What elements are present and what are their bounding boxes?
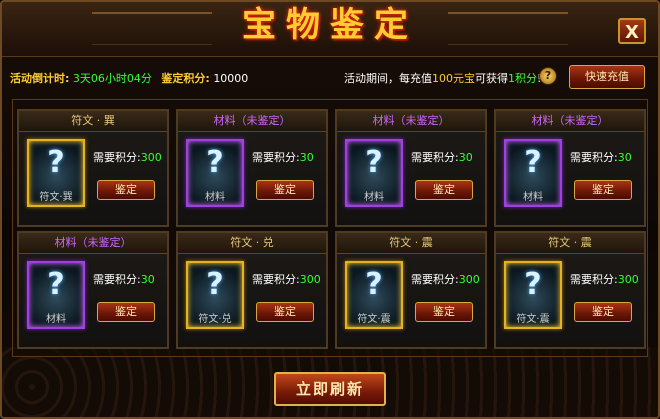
- item-name-label: 符文·震: [516, 314, 550, 325]
- required-points-value: 300: [140, 151, 162, 164]
- item-card: 材料（未鉴定）? 材料 需要积分:30 鉴定: [176, 109, 328, 227]
- card-title: 材料（未鉴定）: [496, 111, 644, 132]
- unknown-item-icon: ?: [365, 267, 383, 302]
- required-points-value: 300: [299, 273, 321, 286]
- points-value: 10000: [213, 72, 249, 85]
- item-name-label: 材料: [205, 192, 225, 203]
- promo-points: 1积分: [508, 72, 537, 85]
- refresh-now-button[interactable]: 立即刷新: [274, 372, 386, 406]
- quick-recharge-button[interactable]: 快速充值: [569, 65, 645, 89]
- appraise-button[interactable]: 鉴定: [574, 302, 632, 322]
- window-title: 宝物鉴定: [242, 5, 418, 45]
- required-points-value: 30: [458, 151, 473, 164]
- item-slot[interactable]: ? 材料: [345, 139, 403, 207]
- card-title: 材料（未鉴定）: [178, 111, 326, 132]
- required-points: 需要积分:300: [570, 271, 639, 287]
- card-title: 符文 · 巽: [19, 111, 167, 132]
- appraise-button[interactable]: 鉴定: [415, 180, 473, 200]
- appraise-button[interactable]: 鉴定: [97, 180, 155, 200]
- card-title: 符文 · 震: [337, 233, 485, 254]
- help-icon[interactable]: ?: [539, 67, 557, 85]
- appraise-button[interactable]: 鉴定: [97, 302, 155, 322]
- required-points-label: 需要积分:: [411, 151, 459, 164]
- item-name-label: 符文·震: [357, 314, 391, 325]
- promo-prefix: 活动期间，每充值: [344, 72, 432, 85]
- card-title: 材料（未鉴定）: [337, 111, 485, 132]
- item-slot[interactable]: ? 材料: [27, 261, 85, 329]
- required-points: 需要积分:30: [252, 149, 314, 165]
- countdown-row: 活动倒计时: 3天06小时04分 鉴定积分: 10000: [10, 70, 248, 86]
- card-title: 材料（未鉴定）: [19, 233, 167, 254]
- unknown-item-icon: ?: [206, 145, 224, 180]
- countdown-label: 活动倒计时:: [10, 72, 70, 85]
- promo-amount: 100元宝: [432, 72, 475, 85]
- item-card: 材料（未鉴定）? 材料 需要积分:30 鉴定: [494, 109, 646, 227]
- required-points-label: 需要积分:: [93, 273, 141, 286]
- item-slot[interactable]: ? 材料: [504, 139, 562, 207]
- required-points-value: 300: [458, 273, 480, 286]
- item-slot[interactable]: ? 符文·震: [504, 261, 562, 329]
- title-ornament-right: [448, 12, 568, 45]
- required-points: 需要积分:30: [570, 149, 632, 165]
- appraise-button[interactable]: 鉴定: [415, 302, 473, 322]
- appraise-button[interactable]: 鉴定: [256, 302, 314, 322]
- card-title: 符文 · 震: [496, 233, 644, 254]
- item-card: 材料（未鉴定）? 材料 需要积分:30 鉴定: [17, 231, 169, 349]
- item-slot[interactable]: ? 材料: [186, 139, 244, 207]
- required-points: 需要积分:300: [411, 271, 480, 287]
- card-title: 符文 · 兑: [178, 233, 326, 254]
- required-points-label: 需要积分:: [93, 151, 141, 164]
- item-card: 符文 · 巽? 符文·巽 需要积分:300 鉴定: [17, 109, 169, 227]
- required-points-label: 需要积分:: [252, 273, 300, 286]
- countdown-value: 3天06小时04分: [72, 72, 152, 85]
- required-points-value: 30: [617, 151, 632, 164]
- unknown-item-icon: ?: [47, 267, 65, 302]
- item-card: 材料（未鉴定）? 材料 需要积分:30 鉴定: [335, 109, 487, 227]
- required-points-value: 30: [299, 151, 314, 164]
- required-points-label: 需要积分:: [252, 151, 300, 164]
- required-points: 需要积分:30: [93, 271, 155, 287]
- treasure-appraisal-window: 宝物鉴定 X 活动倒计时: 3天06小时04分 鉴定积分: 10000 活动期间…: [0, 0, 660, 419]
- appraise-button[interactable]: 鉴定: [256, 180, 314, 200]
- title-bar: 宝物鉴定 X: [2, 2, 658, 57]
- item-name-label: 材料: [523, 192, 543, 203]
- unknown-item-icon: ?: [206, 267, 224, 302]
- title-ornament-left: [92, 12, 212, 45]
- appraise-button[interactable]: 鉴定: [574, 180, 632, 200]
- required-points-label: 需要积分:: [570, 151, 618, 164]
- unknown-item-icon: ?: [365, 145, 383, 180]
- item-name-label: 材料: [364, 192, 384, 203]
- item-card: 符文 · 震? 符文·震 需要积分:300 鉴定: [335, 231, 487, 349]
- item-card: 符文 · 兑? 符文·兑 需要积分:300 鉴定: [176, 231, 328, 349]
- promo-middle: 可获得: [475, 72, 508, 85]
- item-name-label: 符文·巽: [39, 192, 73, 203]
- item-card: 符文 · 震? 符文·震 需要积分:300 鉴定: [494, 231, 646, 349]
- item-slot[interactable]: ? 符文·兑: [186, 261, 244, 329]
- item-name-label: 材料: [46, 314, 66, 325]
- unknown-item-icon: ?: [524, 267, 542, 302]
- required-points: 需要积分:300: [252, 271, 321, 287]
- required-points-label: 需要积分:: [411, 273, 459, 286]
- required-points-value: 30: [140, 273, 155, 286]
- item-slot[interactable]: ? 符文·巽: [27, 139, 85, 207]
- required-points-label: 需要积分:: [570, 273, 618, 286]
- close-button[interactable]: X: [618, 18, 646, 44]
- item-name-label: 符文·兑: [198, 314, 232, 325]
- unknown-item-icon: ?: [47, 145, 65, 180]
- promo-text: 活动期间，每充值100元宝可获得1积分!: [344, 70, 541, 86]
- required-points: 需要积分:30: [411, 149, 473, 165]
- required-points-value: 300: [617, 273, 639, 286]
- required-points: 需要积分:300: [93, 149, 162, 165]
- points-label: 鉴定积分:: [161, 72, 210, 85]
- unknown-item-icon: ?: [524, 145, 542, 180]
- item-slot[interactable]: ? 符文·震: [345, 261, 403, 329]
